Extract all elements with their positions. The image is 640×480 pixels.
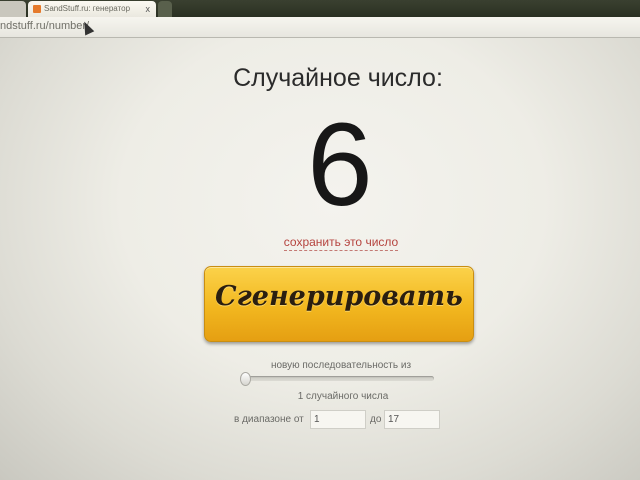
page-title: Случайное число: bbox=[233, 64, 443, 92]
address-bar[interactable]: ndstuff.ru/number/ bbox=[0, 17, 640, 38]
range-to-input[interactable] bbox=[384, 410, 440, 429]
screen: SandStuff.ru: генератор x ndstuff.ru/num… bbox=[0, 0, 640, 480]
random-number: 6 bbox=[307, 99, 373, 231]
sequence-label: новую последовательность из bbox=[270, 360, 412, 371]
tab-title: SandStuff.ru: генератор bbox=[44, 4, 131, 13]
close-tab-icon[interactable]: x bbox=[146, 1, 151, 17]
generate-button[interactable]: Сгенерировать bbox=[204, 266, 474, 342]
count-label: 1 случайного числа bbox=[297, 391, 389, 402]
range-from-label: в диапазоне от bbox=[234, 414, 304, 425]
range-to-label: до bbox=[370, 414, 382, 425]
browser-tab-bar: SandStuff.ru: генератор x bbox=[0, 0, 640, 17]
generate-button-label: Сгенерировать bbox=[215, 281, 463, 312]
new-tab-button[interactable] bbox=[158, 1, 172, 17]
favicon-icon bbox=[33, 5, 41, 13]
mouse-cursor-icon bbox=[79, 19, 95, 36]
browser-tab-previous[interactable] bbox=[0, 1, 26, 17]
count-slider-handle[interactable] bbox=[240, 372, 251, 386]
count-slider[interactable] bbox=[242, 376, 434, 381]
browser-tab-active[interactable]: SandStuff.ru: генератор x bbox=[28, 1, 156, 17]
save-number-link[interactable]: сохранить это число bbox=[283, 235, 399, 251]
range-from-input[interactable] bbox=[310, 410, 366, 429]
address-url: ndstuff.ru/number/ bbox=[0, 20, 90, 32]
save-number-link-row: сохранить это число bbox=[0, 235, 640, 251]
